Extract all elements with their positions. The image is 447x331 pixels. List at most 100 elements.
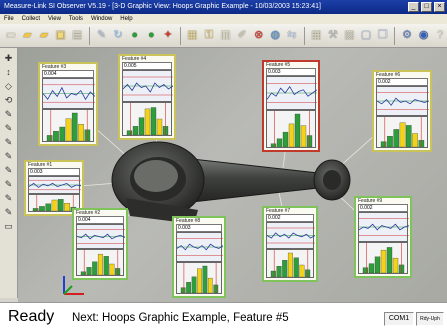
close-button[interactable]: × — [434, 2, 445, 12]
run-series — [28, 182, 82, 188]
open-folder-icon[interactable]: ▰ — [21, 27, 35, 44]
menu-collect[interactable]: Collect — [22, 14, 40, 24]
histogram-bar — [392, 257, 399, 274]
main-toolbar: ▭ ▰ ▰ ▣ ▤ ✎ ↻ ● ● ✦ ▦ ⚿ ▥ ✐ ⊗ ◍ ⇆ ▦ ⚒ ▨ ▢ ❐ ⚙ ◉? — [0, 24, 447, 48]
graphic-viewport[interactable]: Feature #3 0.004 Feature #4 0.005 Feature #5… — [18, 48, 447, 302]
feature-panel[interactable]: Feature #3 0.004 — [38, 62, 98, 146]
edit-icon[interactable]: ✐ — [235, 27, 249, 44]
histogram-bar — [65, 118, 72, 142]
histogram-bar — [64, 203, 70, 212]
menu-help[interactable]: Help — [120, 14, 132, 24]
histogram — [266, 249, 314, 278]
histogram — [42, 109, 94, 142]
histogram-bar — [92, 261, 98, 276]
window-controls: _ □ × — [408, 2, 445, 12]
histogram-bar — [71, 112, 78, 142]
histogram-bar — [374, 256, 381, 274]
side-tool-icon[interactable]: ✎ — [3, 150, 15, 162]
color-icon[interactable]: ◉ — [417, 27, 431, 44]
run-chart — [358, 212, 410, 242]
help-icon[interactable]: ? — [433, 27, 447, 44]
lock-icon[interactable]: ⚿ — [202, 27, 216, 44]
menu-file[interactable]: File — [4, 14, 14, 24]
probe-icon[interactable]: ✦ — [161, 27, 175, 44]
settings-icon[interactable]: ⚙ — [400, 27, 414, 44]
side-tool-icon[interactable]: ✎ — [3, 136, 15, 148]
side-tool-icon[interactable]: ✎ — [3, 192, 15, 204]
side-toolbar: ✚ ↕ ◇ ⟲ ✎ ✎ ✎ ✎ ✎ ✎ ✎ ✎ ▭ — [0, 48, 18, 298]
grid-icon[interactable]: ▦ — [309, 27, 323, 44]
side-tool-icon[interactable]: ✎ — [3, 164, 15, 176]
cascade-icon[interactable]: ❐ — [376, 27, 390, 44]
histogram-bar — [45, 203, 52, 212]
side-tool-icon[interactable]: ✎ — [3, 178, 15, 190]
histogram — [176, 262, 222, 294]
histogram-bar — [103, 256, 109, 276]
histogram-bar — [39, 206, 45, 212]
side-tool-icon[interactable]: ◇ — [3, 80, 15, 92]
folder-icon[interactable]: ▰ — [37, 27, 51, 44]
image-icon[interactable]: ▨ — [343, 27, 357, 44]
menu-window[interactable]: Window — [91, 14, 112, 24]
window-icon[interactable]: ▢ — [359, 27, 373, 44]
minimize-button[interactable]: _ — [408, 2, 419, 12]
histogram-bar — [138, 117, 145, 136]
feature-panel[interactable]: Feature #4 0.005 — [118, 54, 176, 140]
histogram-bar — [180, 287, 186, 294]
feature-panel[interactable]: Feature #9 0.002 — [354, 196, 412, 278]
toolbar-separator — [88, 26, 90, 45]
side-tool-icon[interactable]: ↕ — [3, 66, 15, 78]
histogram-bar — [46, 135, 53, 142]
new-document-icon[interactable]: ▭ — [4, 27, 18, 44]
globe-icon[interactable]: ◍ — [269, 27, 283, 44]
menu-view[interactable]: View — [48, 14, 61, 24]
run-chart — [42, 78, 96, 109]
histogram — [76, 249, 124, 276]
save-icon[interactable]: ▣ — [54, 27, 68, 44]
feature-panel[interactable]: Feature #6 0.002 — [372, 70, 432, 152]
feature-value: 0.002 — [376, 78, 428, 86]
side-tool-icon[interactable]: ✎ — [3, 108, 15, 120]
histogram-bar — [59, 126, 66, 142]
side-tool-icon[interactable]: ▭ — [3, 220, 15, 232]
report-icon[interactable]: ▥ — [219, 27, 233, 44]
histogram-bar — [380, 249, 387, 274]
histogram-bar — [386, 247, 393, 274]
histogram-bar — [144, 108, 151, 136]
wrench-icon[interactable]: ⚒ — [326, 27, 340, 44]
histogram-bar — [86, 267, 92, 276]
side-tool-icon[interactable]: ✚ — [3, 52, 15, 64]
side-tool-icon[interactable]: ✎ — [3, 122, 15, 134]
histogram-bar — [80, 271, 86, 276]
histogram-bar — [97, 253, 103, 276]
refresh-icon[interactable]: ↻ — [111, 27, 125, 44]
go-green-2-icon[interactable]: ● — [145, 27, 159, 44]
stop-icon[interactable]: ⊗ — [252, 27, 266, 44]
menu-tools[interactable]: Tools — [69, 14, 83, 24]
side-tool-icon[interactable]: ✎ — [3, 206, 15, 218]
maximize-button[interactable]: □ — [421, 2, 432, 12]
histogram-bar — [132, 126, 139, 136]
title-bar: Measure-Link SI Observer V5.19 - [3-D Gr… — [0, 0, 447, 14]
histogram-bar — [393, 129, 400, 148]
feature-panel[interactable]: Feature #5 0.003 — [262, 60, 320, 152]
side-tool-icon[interactable]: ⟲ — [3, 94, 15, 106]
toolbar-separator — [179, 26, 181, 45]
print-icon[interactable]: ▤ — [70, 27, 84, 44]
go-green-icon[interactable]: ● — [128, 27, 142, 44]
measure-icon[interactable]: ✎ — [95, 27, 109, 44]
feature-panel[interactable]: Feature #2 0.004 — [72, 208, 128, 280]
status-bar: Ready Next: Hoops Graphic Example, Featu… — [0, 302, 447, 331]
histogram-bar — [270, 143, 277, 148]
chart-icon[interactable]: ▦ — [186, 27, 200, 44]
arrow-icon[interactable]: ⇆ — [285, 27, 299, 44]
run-chart — [76, 224, 126, 249]
run-chart — [28, 176, 82, 194]
status-extra: Rdy-Uph — [416, 312, 444, 326]
feature-panel[interactable]: Feature #8 0.003 — [172, 216, 226, 298]
histogram-bar — [191, 276, 197, 294]
feature-panel[interactable]: Feature #7 0.002 — [262, 206, 318, 282]
run-chart — [266, 76, 318, 110]
status-next-feature: Next: Hoops Graphic Example, Feature #5 — [72, 312, 289, 324]
histogram-bar — [32, 208, 39, 212]
